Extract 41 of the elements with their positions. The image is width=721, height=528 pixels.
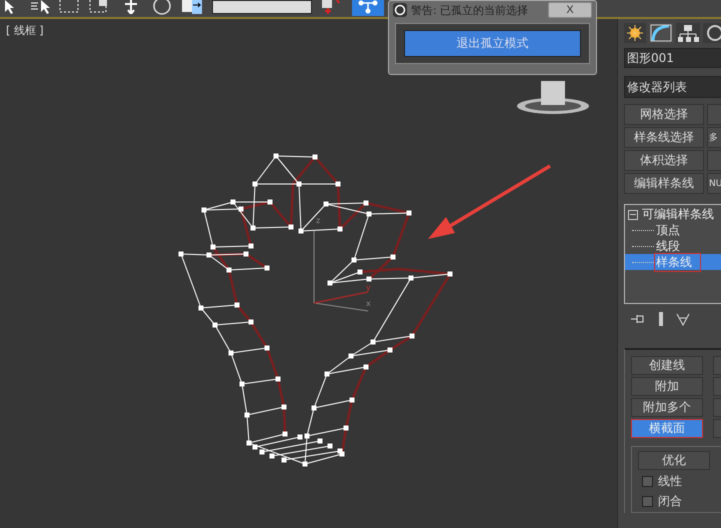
subobject-label: 样条线 — [654, 252, 701, 272]
object-name-field[interactable]: 图形001 — [624, 48, 721, 68]
reference-coordinate-dropdown[interactable] — [212, 0, 312, 14]
stack-subobject-row[interactable]: 样条线 — [625, 254, 721, 270]
geometry-button[interactable]: 横截面 — [631, 419, 703, 438]
checkbox[interactable] — [642, 496, 653, 507]
axis-label: x — [366, 299, 371, 308]
funnel-icon[interactable] — [676, 312, 690, 326]
hierarchy-icon — [357, 0, 379, 14]
modifier-list-dropdown[interactable]: 修改器列表 — [624, 76, 721, 98]
expander-icon[interactable] — [628, 210, 638, 220]
sun-icon[interactable] — [624, 23, 646, 43]
dialog-title: 警告: 已孤立的当前选择 — [411, 2, 528, 18]
stack-item[interactable]: 可编辑样条线 — [642, 206, 714, 223]
geometry-button[interactable]: 附加多个 — [631, 398, 703, 417]
stack-subobject-row[interactable]: 顶点 — [625, 222, 721, 238]
axis-label: y — [366, 283, 371, 292]
modifier-button[interactable]: 网格选择 — [624, 104, 704, 125]
modifier-button[interactable]: 体积选择 — [624, 150, 704, 171]
checkbox-label: 闭合 — [658, 493, 682, 510]
viewport-label[interactable]: [ 线框 ] — [6, 23, 44, 38]
subobject-label: 线段 — [655, 238, 681, 254]
pin-icon[interactable] — [630, 313, 646, 325]
modify-icon[interactable] — [649, 23, 673, 43]
geometry-button[interactable]: 创建线 — [631, 356, 703, 375]
modifier-button[interactable]: 多 — [707, 127, 721, 148]
select-by-name-icon[interactable] — [30, 0, 52, 14]
i-beam-icon[interactable] — [656, 312, 666, 326]
modifier-button[interactable]: 编辑样条线 — [624, 173, 704, 194]
close-button[interactable]: X — [548, 2, 592, 18]
select-and-link-button[interactable] — [352, 0, 384, 16]
stack-subobject-row[interactable]: 线段 — [625, 238, 721, 254]
axis-label: z — [316, 216, 320, 225]
subobject-label: 顶点 — [655, 222, 681, 238]
geometry-button[interactable]: 附加 — [631, 377, 703, 396]
checkbox[interactable] — [642, 476, 653, 487]
checkbox-label: 线性 — [658, 473, 682, 490]
refine-button[interactable]: 优化 — [638, 451, 710, 470]
app-logo-icon — [393, 3, 407, 17]
hierarchy-icon[interactable] — [676, 23, 700, 43]
modifier-button[interactable]: 样条线选择 — [624, 127, 704, 148]
